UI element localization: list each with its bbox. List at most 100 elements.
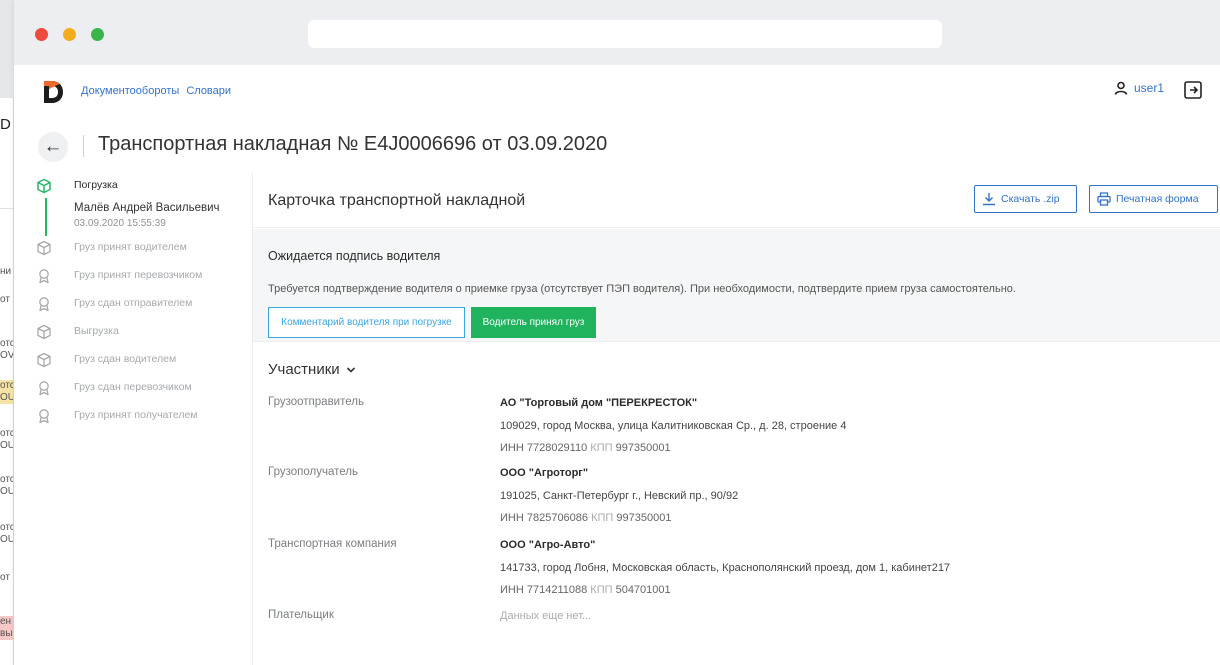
chevron-down-icon — [346, 366, 355, 373]
printer-icon — [1097, 192, 1111, 206]
bg-chip: OU — [0, 392, 14, 404]
timeline-step: Груз принят перевозчиком — [36, 268, 246, 296]
print-form-button[interactable]: Печатная форма — [1089, 185, 1218, 213]
bg-chip: OV — [0, 350, 14, 361]
nav-link-dictionaries[interactable]: Словари — [186, 85, 231, 97]
bg-chip: ни — [0, 266, 12, 277]
notice-title: Ожидается подпись водителя — [268, 249, 441, 263]
bg-chip: вы — [0, 628, 13, 640]
signature-notice: Ожидается подпись водителя Требуется под… — [253, 229, 1220, 342]
download-icon — [983, 193, 995, 206]
bg-chip: OU — [0, 440, 14, 451]
timeline-step-label: Погрузка — [74, 179, 118, 191]
timeline-step: Груз сдан водителем — [36, 352, 246, 380]
participants-toggle[interactable]: Участники — [268, 361, 356, 378]
participant-role: Грузоотправитель — [268, 396, 364, 408]
participant-kpp: 504701001 — [615, 584, 671, 596]
participant-details: ООО "Агроторг" 191025, Санкт-Петербург г… — [500, 466, 1200, 525]
participant-name: ООО "Агроторг" — [500, 467, 589, 479]
participant-details: АО "Торговый дом "ПЕРЕКРЕСТОК" 109029, г… — [500, 396, 1200, 455]
back-button[interactable]: ← — [38, 132, 68, 162]
timeline-step-label: Груз принят получателем — [74, 409, 198, 421]
timeline-step: Выгрузка — [36, 324, 246, 352]
arrow-left-icon: ← — [43, 136, 63, 157]
timeline-step-label: Выгрузка — [74, 325, 119, 337]
bg-chip: от — [0, 572, 10, 583]
participant-kpp: 997350001 — [616, 512, 672, 524]
divider — [0, 208, 13, 209]
bg-chip: OU — [0, 486, 14, 497]
participant-ids: ИНН 7714211088 КПП 504701001 — [500, 583, 1200, 597]
minimize-window-button[interactable] — [63, 28, 76, 41]
box-icon — [37, 178, 51, 194]
browser-window: Документообороты Словари user1 ← Транспо… — [14, 0, 1220, 665]
badge-icon — [39, 409, 49, 424]
badge-icon — [39, 381, 49, 396]
timeline-step-date: 03.09.2020 15:55:39 — [74, 218, 166, 229]
bg-chip: отс — [0, 338, 14, 349]
background-letter: D — [0, 116, 11, 133]
participant-details: Данных еще нет... — [500, 609, 1200, 623]
maximize-window-button[interactable] — [91, 28, 104, 41]
username: user1 — [1133, 81, 1164, 95]
timeline-step-label: Груз сдан отправителем — [74, 297, 193, 309]
participant-address: 141733, город Лобня, Московская область,… — [500, 562, 951, 574]
bg-chip: от — [0, 294, 10, 305]
box-icon — [37, 352, 51, 368]
kpp-label: КПП — [590, 442, 613, 454]
driver-comment-button[interactable]: Комментарий водителя при погрузке — [268, 307, 465, 338]
participant-role: Плательщик — [268, 609, 334, 621]
browser-titlebar — [14, 0, 1220, 65]
status-timeline: Погрузка Малёв Андрей Васильевич 03.09.2… — [36, 178, 246, 436]
badge-icon — [39, 269, 49, 284]
participant-role: Транспортная компания — [268, 538, 397, 550]
user-menu[interactable]: user1 — [1114, 81, 1164, 95]
print-form-label: Печатная форма — [1116, 193, 1199, 205]
participant-address: 109029, город Москва, улица Калитниковск… — [500, 420, 847, 432]
document-card: Карточка транспортной накладной Скачать … — [252, 172, 1220, 665]
participant-address: 191025, Санкт-Петербург г., Невский пр.,… — [500, 490, 739, 502]
logout-icon[interactable] — [1182, 79, 1204, 101]
participant-empty: Данных еще нет... — [500, 610, 592, 622]
timeline-step: Груз сдан перевозчиком — [36, 380, 246, 408]
participant-details: ООО "Агро-Авто" 141733, город Лобня, Мос… — [500, 538, 1200, 597]
page-title-row: ← Транспортная накладная № E4J0006696 от… — [14, 125, 1220, 165]
background-window: D ни от отс OV отс OU отс OU отс OU отс … — [0, 98, 14, 665]
card-header: Карточка транспортной накладной Скачать … — [253, 172, 1220, 228]
download-zip-label: Скачать .zip — [1001, 193, 1060, 205]
participant-kpp: 997350001 — [615, 442, 671, 454]
timeline-step-label: Груз принят водителем — [74, 241, 187, 253]
participant-inn: ИНН 7825706086 — [500, 512, 589, 524]
kpp-label: КПП — [591, 512, 614, 524]
timeline-step-label: Груз сдан водителем — [74, 353, 177, 365]
kpp-label: КПП — [590, 584, 613, 596]
driver-accepted-button[interactable]: Водитель принял груз — [471, 307, 596, 338]
box-icon — [37, 240, 51, 256]
bg-chip: отс — [0, 474, 14, 485]
top-nav: Документообороты Словари — [81, 85, 235, 97]
bg-chip: отс — [0, 522, 14, 533]
app-logo-icon — [44, 81, 63, 103]
card-title: Карточка транспортной накладной — [268, 192, 526, 209]
box-icon — [37, 324, 51, 340]
participant-name: ООО "Агро-Авто" — [500, 539, 596, 551]
timeline-step-label: Груз принят перевозчиком — [74, 269, 203, 281]
participant-name: АО "Торговый дом "ПЕРЕКРЕСТОК" — [500, 397, 698, 409]
timeline-step-label: Груз сдан перевозчиком — [74, 381, 192, 393]
participant-inn: ИНН 7728029110 — [500, 442, 588, 454]
timeline-progress-line — [45, 198, 47, 236]
app-header: Документообороты Словари user1 — [14, 65, 1220, 115]
bg-chip: отс — [0, 428, 14, 439]
nav-link-documents[interactable]: Документообороты — [81, 85, 179, 97]
close-window-button[interactable] — [35, 28, 48, 41]
timeline-step: Груз принят водителем — [36, 240, 246, 268]
user-icon — [1114, 81, 1128, 95]
address-bar[interactable] — [308, 20, 942, 48]
timeline-step-active: Погрузка Малёв Андрей Васильевич 03.09.2… — [36, 178, 246, 240]
download-zip-button[interactable]: Скачать .zip — [974, 185, 1077, 213]
page-title: Транспортная накладная № E4J0006696 от 0… — [98, 133, 608, 155]
timeline-step: Груз сдан отправителем — [36, 296, 246, 324]
bg-chip: отс — [0, 380, 14, 392]
participant-ids: ИНН 7728029110 КПП 997350001 — [500, 441, 1200, 455]
badge-icon — [39, 297, 49, 312]
